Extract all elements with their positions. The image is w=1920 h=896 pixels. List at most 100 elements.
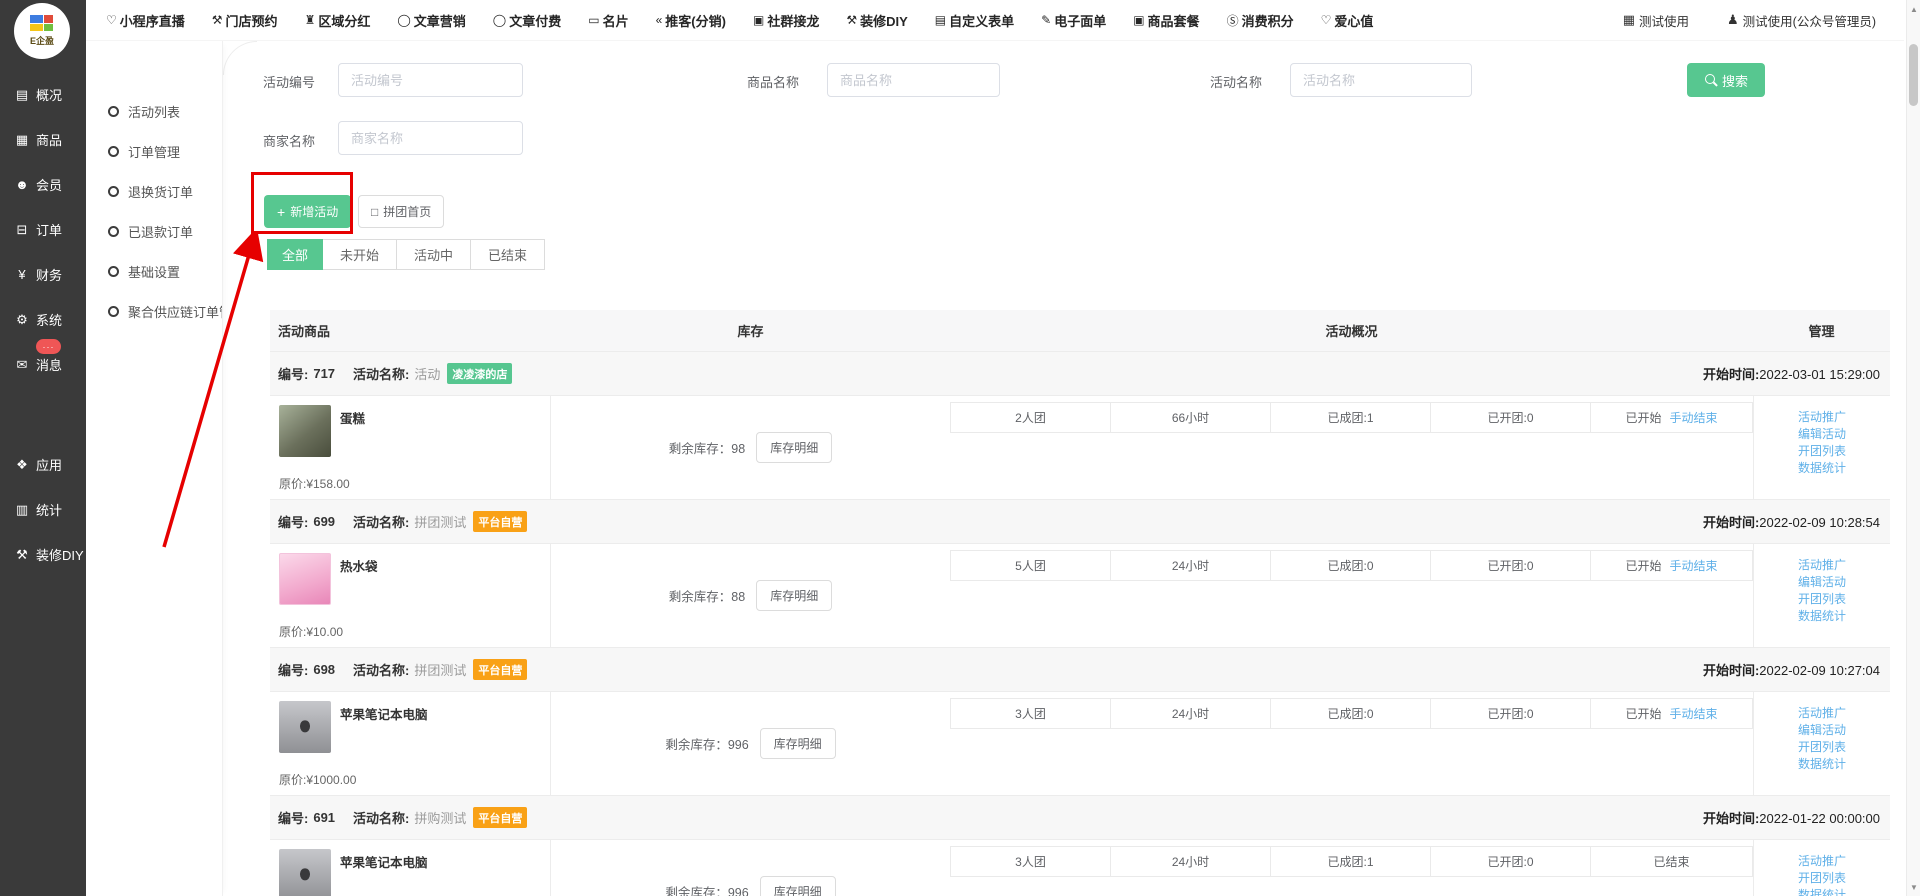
tab-all[interactable]: 全部 (267, 239, 323, 270)
topnav-item[interactable]: ♡ 爱心值 (1321, 11, 1374, 30)
account-item[interactable]: ▦ 测试使用 (1623, 11, 1689, 30)
stat-cell: 已开团:0 (1430, 551, 1590, 580)
topnav-item[interactable]: « 推客(分销) (656, 11, 726, 30)
add-activity-label: 新增活动 (290, 203, 338, 220)
sidebar-item[interactable]: ▤ 概况 (0, 72, 86, 117)
sidebar-item[interactable]: ⚙ 系统 (0, 297, 86, 342)
manage-link[interactable]: 编辑活动 (1798, 722, 1846, 739)
manage-link[interactable]: 开团列表 (1798, 739, 1846, 756)
status-cell: 已结束 (1590, 847, 1752, 876)
manage-link[interactable]: 活动推广 (1798, 705, 1846, 722)
topnav-item[interactable]: ▭ 名片 (588, 11, 628, 30)
diy-wrench-icon: ⚒ (13, 547, 31, 563)
manage-link[interactable]: 编辑活动 (1798, 574, 1846, 591)
product-image (279, 849, 331, 896)
product-price: 原价:¥1000.00 (279, 771, 356, 788)
table-body: 编号: 717 活动名称: 活动 凌凌漆的店 开始时间:2022-03-01 1… (270, 352, 1890, 896)
merchant-name-input[interactable] (338, 121, 523, 155)
topnav-item[interactable]: ◯ 文章营销 (397, 11, 465, 30)
stock-detail-button[interactable]: 库存明细 (756, 580, 832, 611)
add-activity-button[interactable]: + 新增活动 (264, 195, 351, 228)
product-name-input[interactable] (827, 63, 1000, 97)
topnav-item[interactable]: ⚒ 装修DIY (846, 11, 907, 30)
topnav-item-label: 消费积分 (1242, 11, 1294, 30)
manage-link[interactable]: 编辑活动 (1798, 426, 1846, 443)
circle-icon: ◯ (493, 13, 506, 27)
sidebar-item[interactable]: ¥ 财务 (0, 252, 86, 297)
tab-ended[interactable]: 已结束 (471, 239, 545, 270)
remaining-stock: 剩余库存：996 (665, 882, 748, 896)
remaining-stock: 剩余库存：98 (669, 438, 745, 457)
manual-end-link[interactable]: 手动结束 (1670, 705, 1718, 722)
manage-link[interactable]: 数据统计 (1798, 756, 1846, 773)
activity-name-input[interactable] (1290, 63, 1472, 97)
tab-active[interactable]: 活动中 (397, 239, 471, 270)
manage-link[interactable]: 数据统计 (1798, 887, 1846, 896)
account-item[interactable]: ♟ 测试使用(公众号管理员) (1727, 11, 1876, 30)
stock-detail-button[interactable]: 库存明细 (760, 876, 836, 896)
topnav-item[interactable]: ▤ 自定义表单 (935, 11, 1014, 30)
stock-detail-button[interactable]: 库存明细 (760, 728, 836, 759)
search-button[interactable]: 搜索 (1687, 63, 1765, 97)
product-image (279, 553, 331, 605)
stat-cell: 已成团:0 (1270, 699, 1430, 728)
vertical-scrollbar[interactable]: ▲ ▼ (1906, 0, 1920, 896)
submenu-item[interactable]: 基础设置 (86, 251, 222, 291)
sidebar-item[interactable]: ☻ 会员 (0, 162, 86, 207)
sidebar-item[interactable]: ⚒ 装修DIY (0, 532, 86, 577)
manual-end-link[interactable]: 手动结束 (1670, 557, 1718, 574)
topnav-item[interactable]: ♡ 小程序直播 (106, 11, 185, 30)
stat-cell: 2人团 (950, 403, 1110, 432)
manage-cell: 活动推广 编辑活动 开团列表 数据统计 (1753, 544, 1890, 648)
topnav-item[interactable]: ✎ 电子面单 (1041, 11, 1106, 30)
topnav-item[interactable]: Ⓢ 消费积分 (1227, 11, 1294, 30)
status-cell: 已开始 手动结束 (1590, 699, 1752, 728)
manage-link[interactable]: 活动推广 (1798, 853, 1846, 870)
topnav-item-label: 文章付费 (509, 11, 561, 30)
tab-not-started[interactable]: 未开始 (323, 239, 397, 270)
submenu-item[interactable]: 聚合供应链订单管 (86, 291, 222, 331)
sidebar-item[interactable]: ❖ 应用 (0, 442, 86, 487)
start-time-label: 开始时间: (1703, 811, 1759, 826)
topnav-item[interactable]: ▣ 商品套餐 (1133, 11, 1199, 30)
submenu-item[interactable]: 已退款订单 (86, 211, 222, 251)
start-time-value: 2022-03-01 15:29:00 (1759, 367, 1880, 382)
sidebar-item[interactable]: ✉ 消息 ··· (0, 342, 86, 387)
topnav-item[interactable]: ▣ 社群接龙 (753, 11, 819, 30)
table-header: 活动商品 库存 活动概况 管理 (270, 310, 1890, 352)
submenu-item[interactable]: 订单管理 (86, 131, 222, 171)
sidebar-item[interactable]: ▥ 统计 (0, 487, 86, 532)
manual-end-link[interactable]: 手动结束 (1670, 409, 1718, 426)
manage-link[interactable]: 活动推广 (1798, 409, 1846, 426)
activity-row: 苹果笔记本电脑 原价:¥1000.00 剩余库存：996 库存明细 3人团 (270, 692, 1890, 796)
activity-id: 698 (313, 662, 335, 677)
manage-link[interactable]: 数据统计 (1798, 460, 1846, 477)
submenu-item-label: 退换货订单 (128, 182, 193, 201)
topnav-item[interactable]: ♜ 区域分红 (305, 11, 371, 30)
submenu-item[interactable]: 退换货订单 (86, 171, 222, 211)
manage-link[interactable]: 开团列表 (1798, 870, 1846, 887)
activity-id-input[interactable] (338, 63, 523, 97)
scroll-up-icon[interactable]: ▲ (1907, 2, 1920, 16)
stock-detail-button[interactable]: 库存明细 (756, 432, 832, 463)
sidebar-item[interactable]: ▦ 商品 (0, 117, 86, 162)
manage-cell: 活动推广 开团列表 数据统计 (1753, 840, 1890, 896)
scrollbar-thumb[interactable] (1909, 44, 1918, 106)
app-logo[interactable]: E企盈 (14, 3, 70, 59)
product-image (279, 701, 331, 753)
group-buy-home-button[interactable]: □ 拼团首页 (358, 195, 444, 228)
manage-link[interactable]: 开团列表 (1798, 443, 1846, 460)
stock-cell: 剩余库存：98 库存明细 (551, 396, 950, 499)
manage-link[interactable]: 开团列表 (1798, 591, 1846, 608)
header-product: 活动商品 (270, 321, 551, 340)
overview-icon: ▤ (13, 87, 31, 103)
status-tabs: 全部 未开始 活动中 已结束 (267, 239, 545, 270)
topnav-item-label: 区域分红 (318, 11, 370, 30)
scroll-down-icon[interactable]: ▼ (1907, 880, 1920, 894)
submenu-item[interactable]: 活动列表 (86, 91, 222, 131)
topnav-item[interactable]: ⚒ 门店预约 (212, 11, 278, 30)
sidebar-item[interactable]: ⊟ 订单 (0, 207, 86, 252)
manage-link[interactable]: 数据统计 (1798, 608, 1846, 625)
manage-link[interactable]: 活动推广 (1798, 557, 1846, 574)
topnav-item[interactable]: ◯ 文章付费 (493, 11, 561, 30)
